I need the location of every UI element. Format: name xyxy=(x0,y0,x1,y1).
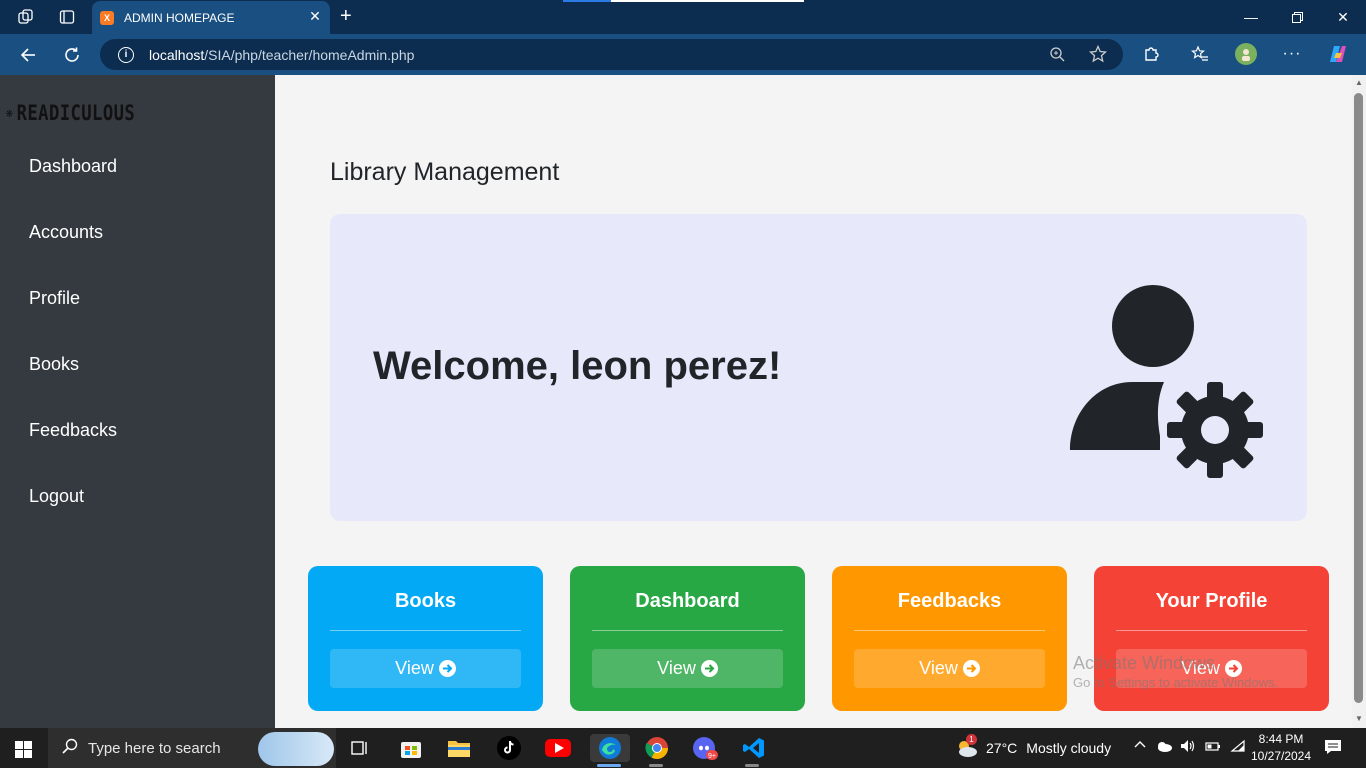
scrollbar-thumb[interactable] xyxy=(1354,93,1363,703)
sidebar: ❋ READICULOUS Dashboard Accounts Profile… xyxy=(0,75,275,728)
brand-name: READICULOUS xyxy=(16,101,136,125)
url-host: localhost xyxy=(149,46,205,63)
brand-emblem-icon: ❋ xyxy=(6,105,14,121)
tab-admin-homepage[interactable]: X ADMIN HOMEPAGE ✕ xyxy=(92,1,330,34)
page-title: Library Management xyxy=(330,158,560,186)
view-dashboard-button[interactable]: View xyxy=(592,649,783,688)
card-title: Your Profile xyxy=(1155,590,1268,612)
system-clock[interactable]: 8:44 PM 10/27/2024 xyxy=(1250,731,1312,765)
search-placeholder: Type here to search xyxy=(88,739,221,757)
onedrive-cloud-icon[interactable] xyxy=(1155,739,1173,756)
tab-close-icon[interactable]: ✕ xyxy=(308,9,322,23)
card-books: Books View xyxy=(308,566,543,711)
vscode-icon[interactable] xyxy=(739,734,769,762)
back-arrow-icon[interactable] xyxy=(17,44,39,66)
file-explorer-icon[interactable] xyxy=(444,734,474,762)
minimize-button[interactable]: — xyxy=(1228,0,1274,34)
battery-icon[interactable] xyxy=(1205,739,1221,756)
sidebar-item-feedbacks[interactable]: Feedbacks xyxy=(29,419,117,441)
card-feedbacks: Feedbacks View xyxy=(832,566,1067,711)
loading-progress xyxy=(563,0,804,2)
windows-start-icon[interactable] xyxy=(15,741,32,758)
weather-temp: 27°C xyxy=(986,740,1018,756)
new-tab-button[interactable]: + xyxy=(340,6,352,26)
view-feedbacks-button[interactable]: View xyxy=(854,649,1045,688)
watermark-title: Activate Windows xyxy=(1073,653,1216,673)
discord-icon[interactable]: 9+ xyxy=(690,734,720,762)
user-gear-icon xyxy=(1070,285,1263,478)
more-options-icon[interactable]: ··· xyxy=(1282,44,1302,64)
wifi-icon[interactable] xyxy=(1230,739,1246,756)
brand-logo[interactable]: ❋ READICULOUS xyxy=(6,101,135,125)
sidebar-item-accounts[interactable]: Accounts xyxy=(29,221,103,243)
copilot-icon[interactable] xyxy=(1328,44,1348,64)
profile-avatar-icon[interactable] xyxy=(1235,43,1257,65)
refresh-icon[interactable] xyxy=(61,44,83,66)
site-info-icon[interactable]: i xyxy=(118,46,134,63)
sidebar-item-dashboard[interactable]: Dashboard xyxy=(29,155,117,177)
weather-cloudy-icon: 1 xyxy=(955,734,979,758)
xampp-favicon-icon: X xyxy=(100,10,114,25)
card-title: Feedbacks xyxy=(897,590,1002,612)
card-title: Books xyxy=(394,590,457,612)
tiktok-icon[interactable] xyxy=(494,734,524,762)
card-title: Dashboard xyxy=(635,590,740,612)
close-window-button[interactable]: ✕ xyxy=(1320,0,1366,34)
search-icon xyxy=(62,738,78,758)
card-divider xyxy=(330,630,521,631)
weather-widget[interactable]: 1 27°C Mostly cloudy xyxy=(955,734,1112,758)
search-highlight-icon xyxy=(258,732,334,766)
extensions-icon[interactable] xyxy=(1141,44,1161,64)
arrow-circle-right-icon xyxy=(700,660,718,677)
tab-actions-icon[interactable] xyxy=(58,8,76,26)
notifications-icon[interactable] xyxy=(1324,739,1342,758)
sidebar-item-profile[interactable]: Profile xyxy=(29,287,80,309)
welcome-banner: Welcome, leon perez! xyxy=(330,214,1307,521)
scroll-down-icon[interactable]: ▼ xyxy=(1354,714,1364,724)
tab-title: ADMIN HOMEPAGE xyxy=(124,10,235,25)
arrow-circle-right-icon xyxy=(438,660,456,677)
button-label: View xyxy=(657,658,696,678)
welcome-heading: Welcome, leon perez! xyxy=(373,344,782,388)
microsoft-store-icon[interactable] xyxy=(396,734,426,762)
card-dashboard: Dashboard View xyxy=(570,566,805,711)
zoom-icon[interactable] xyxy=(1047,44,1067,64)
card-divider xyxy=(592,630,783,631)
chrome-running-indicator xyxy=(649,764,663,767)
activate-windows-watermark: Activate Windows Go to Settings to activ… xyxy=(1073,652,1278,692)
favorites-list-icon[interactable] xyxy=(1190,44,1210,64)
show-hidden-icons-chevron-icon[interactable] xyxy=(1133,738,1147,755)
workspaces-icon[interactable] xyxy=(17,8,35,26)
favorite-star-icon[interactable] xyxy=(1088,44,1108,64)
clock-time: 8:44 PM xyxy=(1258,732,1304,746)
sidebar-item-logout[interactable]: Logout xyxy=(29,485,84,507)
edge-active-indicator xyxy=(597,764,621,767)
taskbar-search-box[interactable]: Type here to search xyxy=(48,728,336,768)
volume-icon[interactable] xyxy=(1180,739,1196,756)
weather-desc: Mostly cloudy xyxy=(1026,740,1112,756)
view-books-button[interactable]: View xyxy=(330,649,521,688)
button-label: View xyxy=(919,658,958,678)
page-scrollbar[interactable]: ▲ ▼ xyxy=(1352,75,1366,728)
task-view-icon[interactable] xyxy=(345,734,375,762)
weather-badge: 1 xyxy=(966,734,977,745)
arrow-circle-right-icon xyxy=(962,660,980,677)
sidebar-item-books[interactable]: Books xyxy=(29,353,79,375)
chrome-icon[interactable] xyxy=(642,734,672,762)
url-path: /SIA/php/teacher/homeAdmin.php xyxy=(204,46,415,63)
youtube-icon[interactable] xyxy=(543,734,573,762)
restore-button[interactable] xyxy=(1274,0,1320,34)
edge-browser-icon[interactable] xyxy=(590,734,630,762)
svg-text:9+: 9+ xyxy=(708,753,716,760)
clock-date: 10/27/2024 xyxy=(1250,749,1312,763)
scroll-up-icon[interactable]: ▲ xyxy=(1354,78,1364,88)
card-divider xyxy=(1116,630,1307,631)
vscode-running-indicator xyxy=(745,764,759,767)
card-divider xyxy=(854,630,1045,631)
button-label: View xyxy=(395,658,434,678)
url-field[interactable]: i localhost/SIA/php/teacher/homeAdmin.ph… xyxy=(100,39,1123,70)
watermark-subtitle: Go to Settings to activate Windows. xyxy=(1073,675,1279,690)
